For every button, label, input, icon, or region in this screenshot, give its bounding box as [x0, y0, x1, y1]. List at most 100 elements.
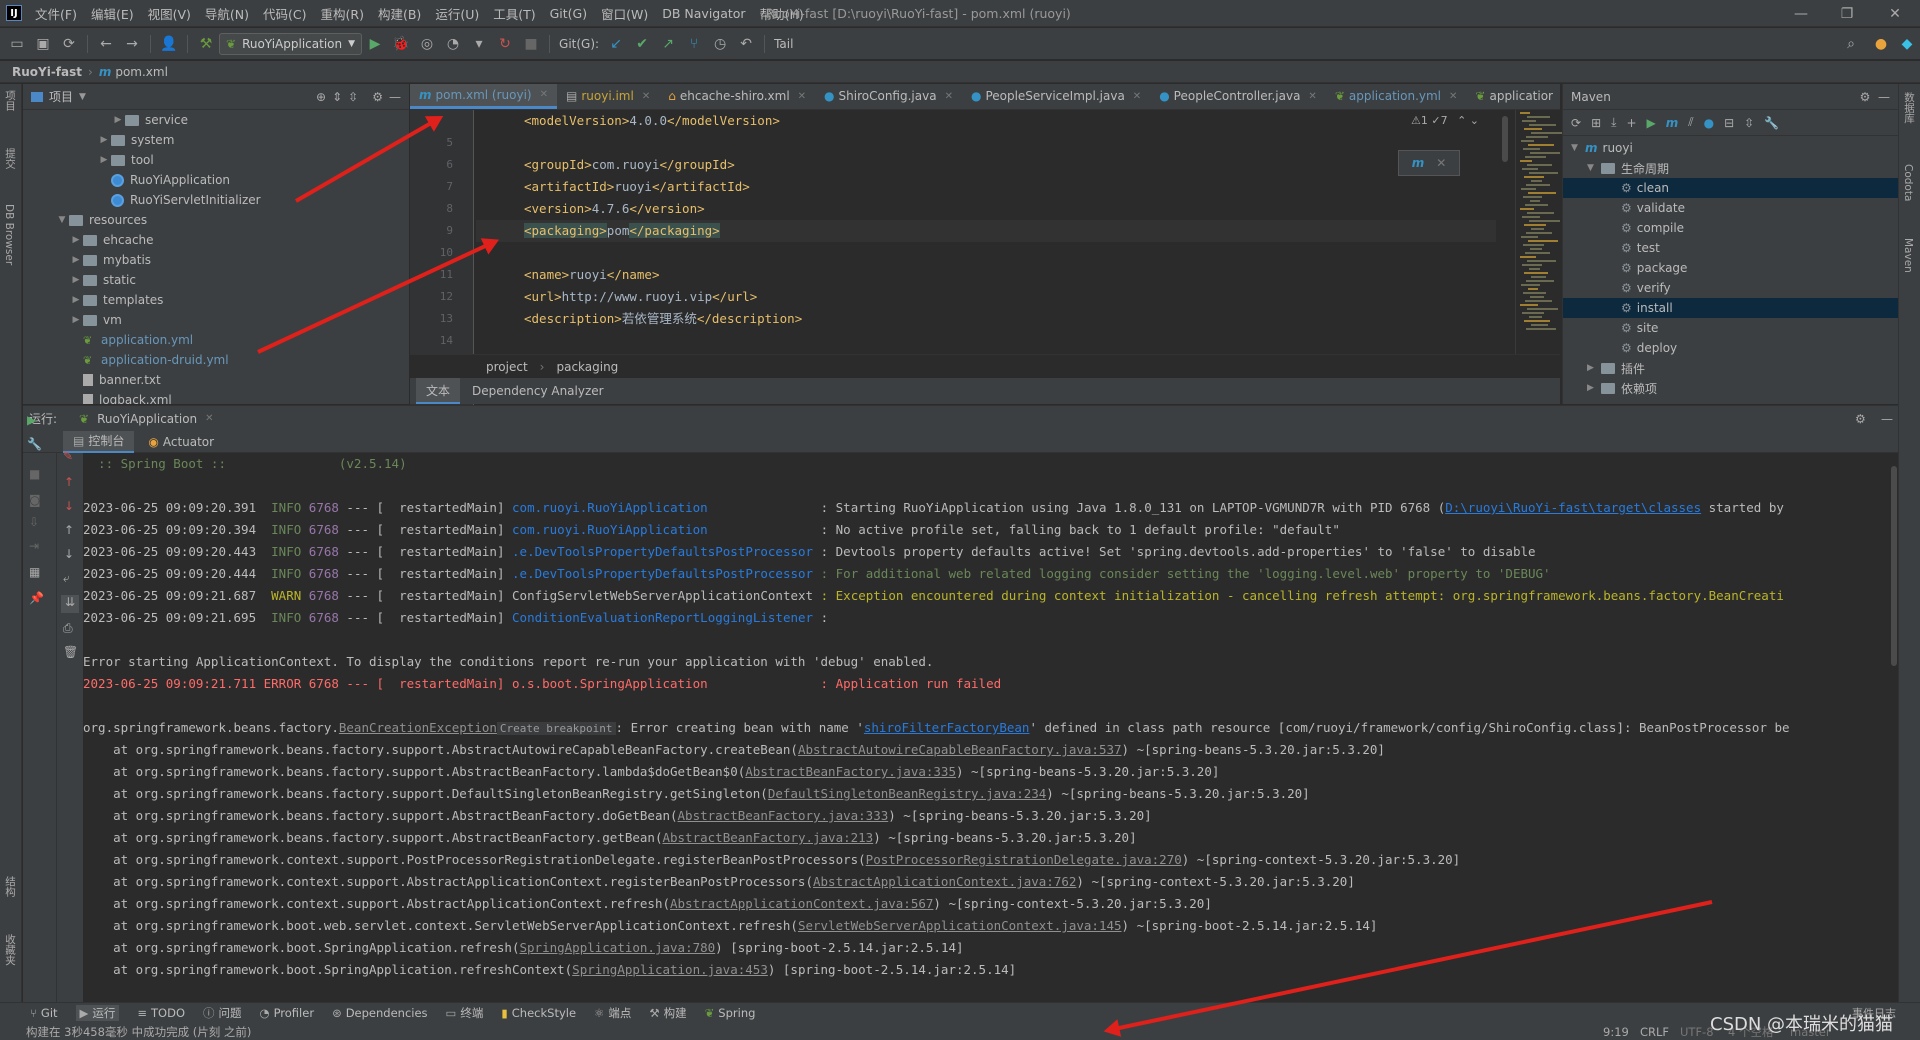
- editor-scrollbar[interactable]: [1502, 116, 1508, 162]
- stack-source-link[interactable]: AbstractBeanFactory.java:213: [662, 830, 873, 845]
- maven-goal[interactable]: ⚙ compile: [1563, 218, 1898, 238]
- editor-tab[interactable]: m pom.xml (ruoyi) ✕: [410, 84, 557, 109]
- code-line[interactable]: <version>4.7.6</version>: [476, 198, 1496, 220]
- scroll-down-icon[interactable]: ↓: [64, 547, 74, 561]
- menu-item[interactable]: 构建(B): [371, 0, 428, 27]
- stripe-project[interactable]: 项目: [3, 90, 18, 111]
- run-icon[interactable]: ▶: [363, 32, 387, 56]
- maven-goal[interactable]: ⚙ package: [1563, 258, 1898, 278]
- locate-icon[interactable]: ⊕: [316, 90, 326, 104]
- stripe-commit[interactable]: 提交: [3, 148, 18, 169]
- dump-icon[interactable]: ⇩: [29, 515, 39, 529]
- jetbrains-icon[interactable]: ◆: [1895, 32, 1919, 56]
- gear-icon[interactable]: ⚙: [1860, 90, 1871, 104]
- tool-tab-git[interactable]: ⑂ Git: [30, 1006, 58, 1020]
- tree-item[interactable]: logback.xml: [23, 390, 409, 404]
- menu-item[interactable]: 代码(C): [256, 0, 313, 27]
- hide-icon[interactable]: —: [389, 90, 401, 104]
- chevron-right-icon[interactable]: ▶: [69, 295, 83, 305]
- chevron-right-icon[interactable]: ▶: [97, 155, 111, 165]
- chevron-right-icon[interactable]: ▶: [69, 315, 83, 325]
- chevron-down-icon[interactable]: ▼: [79, 92, 86, 102]
- tree-item[interactable]: ▼ resources: [23, 210, 409, 230]
- maven-goal[interactable]: ⚙ site: [1563, 318, 1898, 338]
- stack-source-link[interactable]: AbstractAutowireCapableBeanFactory.java:…: [798, 742, 1122, 757]
- maven-goal[interactable]: ⚙ verify: [1563, 278, 1898, 298]
- more-run-icon[interactable]: ▾: [467, 32, 491, 56]
- print-icon[interactable]: ⎙: [63, 621, 73, 636]
- clear-pen-icon[interactable]: ✎: [63, 449, 73, 463]
- stop-icon[interactable]: ■: [519, 32, 543, 56]
- chevron-right-icon[interactable]: ▶: [111, 115, 125, 125]
- code-line[interactable]: [476, 132, 1496, 154]
- stop-icon[interactable]: ■: [29, 467, 40, 481]
- stripe-db-browser[interactable]: DB Browser: [3, 204, 15, 265]
- hide-icon[interactable]: —: [1878, 90, 1890, 104]
- tree-item[interactable]: ▶ ehcache: [23, 230, 409, 250]
- console-scrollbar[interactable]: [1891, 466, 1897, 666]
- close-icon[interactable]: ✕: [1308, 91, 1316, 102]
- inspection-widget[interactable]: ⚠1 ✓7 ⌃ ⌄: [1411, 114, 1479, 127]
- git-update-icon[interactable]: ↙: [604, 32, 628, 56]
- code-line[interactable]: [476, 330, 1496, 352]
- save-icon[interactable]: ▣: [31, 32, 55, 56]
- cursor-position[interactable]: 9:19: [1603, 1025, 1629, 1039]
- maven-goal[interactable]: ⚙ deploy: [1563, 338, 1898, 358]
- log-path-link[interactable]: D:\ruoyi\RuoYi-fast\target\classes: [1445, 500, 1701, 515]
- menu-item[interactable]: 窗口(W): [594, 0, 655, 27]
- open-folder-icon[interactable]: ▭: [5, 32, 29, 56]
- stack-source-link[interactable]: SpringApplication.java:780: [520, 940, 716, 955]
- stack-source-link[interactable]: PostProcessorRegistrationDelegate.java:2…: [866, 852, 1182, 867]
- stack-source-link[interactable]: AbstractApplicationContext.java:567: [670, 896, 933, 911]
- exit-icon[interactable]: ⇥: [29, 539, 39, 553]
- tool-tab-endpoints[interactable]: ⚛ 端点: [594, 1005, 631, 1021]
- gear-icon[interactable]: ⚙: [1855, 412, 1866, 426]
- download-icon[interactable]: ⤓: [1611, 115, 1616, 130]
- tool-tab-run[interactable]: ▶ 运行: [75, 1004, 120, 1021]
- code-line[interactable]: <modelVersion>4.0.0</modelVersion>: [476, 110, 1496, 132]
- run-config-select[interactable]: ❦ RuoYiApplication ▼: [219, 32, 363, 55]
- skip-tests-icon[interactable]: ●: [1704, 116, 1714, 130]
- camera-icon[interactable]: ◙: [29, 493, 41, 507]
- nav-project[interactable]: RuoYi-fast: [12, 65, 82, 79]
- stripe-codota[interactable]: Codota: [1902, 164, 1914, 201]
- reload-icon[interactable]: ⟳: [1571, 116, 1581, 130]
- scroll-up-icon[interactable]: ↑: [64, 523, 74, 537]
- rerun-icon[interactable]: ↻: [493, 32, 517, 56]
- editor-tab[interactable]: ● PeopleServiceImpl.java ✕: [962, 84, 1150, 109]
- stripe-structure[interactable]: 结构: [3, 876, 18, 897]
- update-icon[interactable]: ●: [1869, 32, 1893, 56]
- close-icon[interactable]: ✕: [642, 91, 650, 102]
- maven-lifecycle[interactable]: ▼ 生命周期: [1563, 158, 1898, 178]
- wrench-icon[interactable]: 🔧: [1764, 116, 1779, 130]
- code-line[interactable]: <artifactId>ruoyi</artifactId>: [476, 176, 1496, 198]
- chevron-right-icon[interactable]: ▶: [69, 255, 83, 265]
- code-line[interactable]: <url>http://www.ruoyi.vip</url>: [476, 286, 1496, 308]
- editor-tab[interactable]: ● PeopleController.java ✕: [1150, 84, 1326, 109]
- editor-tab[interactable]: ⌂ ehcache-shiro.xml ✕: [659, 84, 815, 109]
- menu-item[interactable]: 重构(R): [314, 0, 371, 27]
- back-icon[interactable]: ←: [94, 32, 118, 56]
- tree-item[interactable]: RuoYiServletInitializer: [23, 190, 409, 210]
- menu-item[interactable]: Git(G): [543, 0, 595, 27]
- stripe-maven[interactable]: Maven: [1902, 238, 1914, 273]
- add-icon[interactable]: +: [1626, 116, 1636, 130]
- tool-tab-build[interactable]: ⚒ 构建: [649, 1005, 686, 1021]
- stack-source-link[interactable]: AbstractBeanFactory.java:333: [678, 808, 889, 823]
- maven-dependencies[interactable]: ▶ 依赖项: [1563, 378, 1898, 398]
- code-line[interactable]: <name>ruoyi</name>: [476, 264, 1496, 286]
- tree-item[interactable]: banner.txt: [23, 370, 409, 390]
- sync-icon[interactable]: ⟳: [57, 32, 81, 56]
- tool-tab-checkstyle[interactable]: ▮ CheckStyle: [501, 1006, 576, 1020]
- tab-actuator[interactable]: ◉ Actuator: [138, 431, 224, 453]
- tree-item[interactable]: ▶ vm: [23, 310, 409, 330]
- maven-goal[interactable]: ⚙ validate: [1563, 198, 1898, 218]
- tab-console[interactable]: ▤ 控制台: [63, 430, 135, 453]
- trash-icon[interactable]: 🗑: [63, 645, 78, 659]
- search-icon[interactable]: ⌕: [1839, 32, 1863, 56]
- line-separator[interactable]: CRLF: [1640, 1025, 1669, 1039]
- file-encoding[interactable]: UTF-8: [1680, 1025, 1714, 1039]
- run-config-tab[interactable]: RuoYiApplication: [97, 412, 197, 426]
- git-push-icon[interactable]: ↗: [656, 32, 680, 56]
- add-folder-icon[interactable]: ⊞: [1591, 116, 1601, 130]
